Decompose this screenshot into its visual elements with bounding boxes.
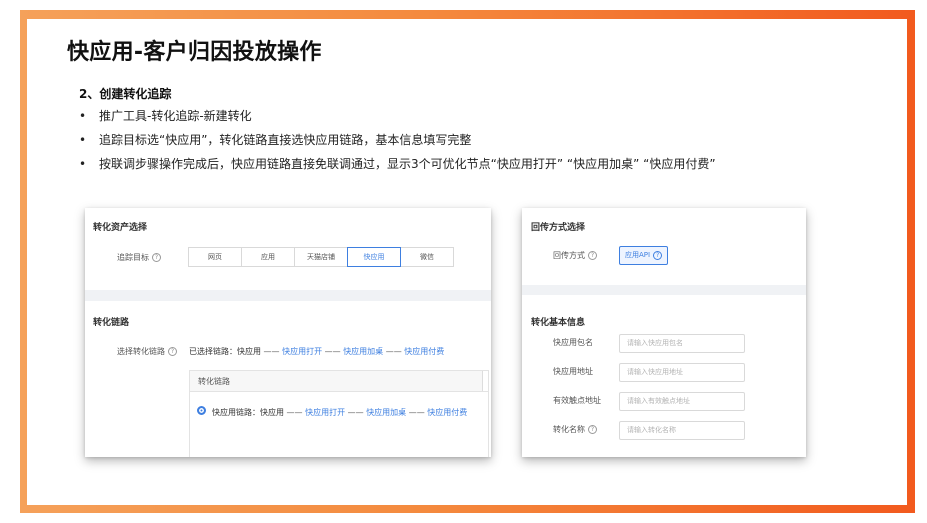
quick-app-address-label: 快应用地址 [553,367,593,376]
bullet-dot: • [79,157,87,171]
callback-section-title: 回传方式选择 [531,223,586,233]
target-option-wechat[interactable]: 微信 [400,247,454,267]
target-option-webpage[interactable]: 网页 [188,247,242,267]
target-label: 追踪目标? [117,252,161,263]
conversion-name-input[interactable]: 请输入转化名称 [619,421,745,440]
bullet-item: • 追踪目标选“快应用”，转化链路直接选快应用链路，基本信息填写完整 [79,133,472,147]
quick-app-address-input[interactable]: 请输入快应用地址 [619,363,745,382]
chain-step-add-desktop: 快应用加桌 [366,408,407,417]
chain-option-quick-app[interactable]: 快应用链路：快应用 —— 快应用打开 —— 快应用加桌 —— 快应用付费 [212,407,467,418]
bullet-item: • 推广工具-转化追踪-新建转化 [79,109,252,123]
help-circle-icon[interactable]: ? [168,347,177,356]
chain-step-open: 快应用打开 [282,347,323,356]
chain-step-pay: 快应用付费 [427,408,468,417]
chain-step-pay: 快应用付费 [404,347,445,356]
callback-info-panel: 回传方式选择 回传方式? 应用API? 转化基本信息 快应用包名 请输入快应用包… [522,208,806,457]
conversion-name-label: 转化名称? [553,424,597,435]
chain-list-header: 转化链路 [190,371,488,392]
bullet-dot: • [79,109,87,123]
package-name-input[interactable]: 请输入快应用包名 [619,334,745,353]
section-divider [85,290,491,301]
app-api-button[interactable]: 应用API? [619,246,668,265]
slide-subhead: 2、创建转化追踪 [79,87,172,101]
radio-selected-icon[interactable] [197,406,206,415]
chain-step-add-desktop: 快应用加桌 [343,347,384,356]
bullet-list: • 推广工具-转化追踪-新建转化 • 追踪目标选“快应用”，转化链路直接选快应用链路… [79,107,716,179]
asset-section-title: 转化资产选择 [93,223,148,233]
chain-section-title: 转化链路 [93,318,130,328]
touchpoint-address-label: 有效触点地址 [553,396,601,405]
scrollbar[interactable] [482,371,488,391]
chain-step-open: 快应用打开 [305,408,346,417]
help-circle-icon[interactable]: ? [588,251,597,260]
target-option-quick-app[interactable]: 快应用 [347,247,401,267]
help-circle-icon[interactable]: ? [588,425,597,434]
package-name-label: 快应用包名 [553,338,593,347]
target-segmented-control: 网页 应用 天猫店铺 快应用 微信 [188,247,454,267]
basic-info-section-title: 转化基本信息 [531,318,586,328]
bullet-dot: • [79,133,87,147]
callback-label: 回传方式? [553,250,597,261]
chain-list-box: 转化链路 快应用链路：快应用 —— 快应用打开 —— 快应用加桌 —— 快应用付… [189,370,489,457]
target-option-tmall-store[interactable]: 天猫店铺 [294,247,348,267]
touchpoint-address-input[interactable]: 请输入有效触点地址 [619,392,745,411]
target-option-app[interactable]: 应用 [241,247,295,267]
section-divider [522,285,806,295]
bullet-item: • 按联调步骤操作完成后，快应用链路直接免联调通过，显示3个可优化节点“快应用打开… [79,157,716,171]
selected-chain-text: 已选择链路：快应用 —— 快应用打开 —— 快应用加桌 —— 快应用付费 [189,347,445,356]
conversion-asset-panel: 转化资产选择 追踪目标? 网页 应用 天猫店铺 快应用 微信 转化链路 选择转化… [85,208,491,457]
select-chain-label: 选择转化链路? [117,346,177,357]
help-circle-icon: ? [653,250,663,260]
slide-title: 快应用-客户归因投放操作 [67,40,322,65]
help-circle-icon[interactable]: ? [152,253,161,262]
